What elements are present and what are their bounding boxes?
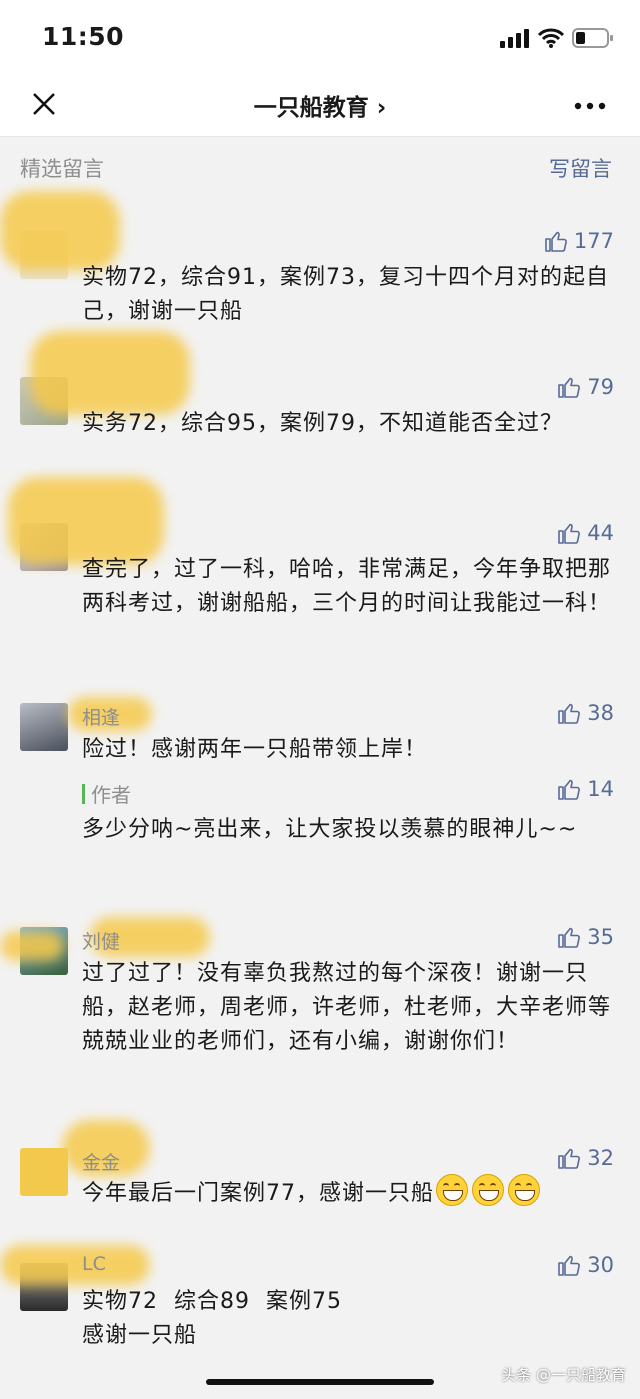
reply-like-button[interactable]: 14 xyxy=(557,777,614,801)
status-icons xyxy=(500,26,614,50)
nickname: LC xyxy=(82,1253,106,1275)
comment-text: 查完了，过了一科，哈哈，非常满足，今年争取把那两科考过，谢谢船船，三个月的时间让… xyxy=(82,557,612,616)
redaction-mark xyxy=(0,931,64,961)
avatar[interactable] xyxy=(20,1148,68,1196)
wifi-icon xyxy=(538,28,564,48)
like-count: 79 xyxy=(587,375,614,399)
nickname: 金金 xyxy=(82,1152,121,1174)
like-count: 35 xyxy=(587,925,614,949)
comment-text-body: 今年最后一门案例77，感谢一只船 xyxy=(82,1181,434,1206)
comment-item: 刘健 35 过了过了！没有辜负我熬过的每个深夜！谢谢一只船，赵老师，周老师，许老… xyxy=(0,917,640,1107)
like-count: 30 xyxy=(587,1253,614,1277)
thumb-up-icon xyxy=(558,779,581,800)
status-bar: 11:50 xyxy=(0,0,640,76)
author-reply-header: 作者 xyxy=(82,779,131,808)
like-button[interactable]: 32 xyxy=(557,1146,614,1170)
thumb-up-icon xyxy=(558,523,581,544)
write-comment-link[interactable]: 写留言 xyxy=(549,153,612,183)
grin-emoji-icon xyxy=(508,1174,540,1206)
redaction-mark xyxy=(30,331,190,415)
redaction-mark xyxy=(0,191,120,271)
status-time: 11:50 xyxy=(42,22,125,51)
comment-text-line: 实物72 综合89 案例75 xyxy=(82,1289,342,1314)
watermark: 头条 @一只船教育 xyxy=(501,1366,626,1384)
thumb-up-icon xyxy=(545,231,567,252)
comment-item: 相逢 38 险过！感谢两年一只船带领上岸！ 作者 14 多少分呐~亮出来，让大家… xyxy=(0,693,640,883)
like-count: 38 xyxy=(587,701,614,725)
section-header: 精选留言 写留言 xyxy=(0,137,640,197)
thumb-up-icon xyxy=(558,1255,581,1276)
like-button[interactable]: 30 xyxy=(557,1253,614,1277)
signal-icon xyxy=(500,29,529,48)
redaction-mark xyxy=(0,1245,150,1285)
more-icon[interactable] xyxy=(574,96,606,116)
like-button[interactable]: 35 xyxy=(557,925,614,949)
comment-text: 实物72 综合89 案例75 感谢一只船 xyxy=(82,1285,612,1353)
comment-text: 实务72，综合95，案例79，不知道能否全过？ xyxy=(82,411,563,436)
section-title: 精选留言 xyxy=(20,157,104,181)
like-count: 44 xyxy=(587,521,614,545)
thumb-up-icon xyxy=(558,927,581,948)
avatar[interactable] xyxy=(20,703,68,751)
home-indicator[interactable] xyxy=(206,1379,434,1385)
comment-item: LC 30 实物72 综合89 案例75 感谢一只船 xyxy=(0,1245,640,1361)
author-label: 作者 xyxy=(91,783,131,807)
like-button[interactable]: 44 xyxy=(557,521,614,545)
thumb-up-icon xyxy=(558,377,581,398)
account-title[interactable]: 一只船教育 › xyxy=(0,88,640,122)
comment-text: 实物72，综合91，案例73，复习十四个月对的起自己，谢谢一只船 xyxy=(82,265,609,324)
comment-item: 44 查完了，过了一科，哈哈，非常满足，今年争取把那两科考过，谢谢船船，三个月的… xyxy=(0,477,640,673)
like-count: 14 xyxy=(587,777,614,801)
reply-text: 多少分呐~亮出来，让大家投以羡慕的眼神儿~~ xyxy=(82,817,578,842)
comments-section: 精选留言 写留言 177 实物72，综合91，案例73，复习十四个月对的起自己，… xyxy=(0,137,640,1399)
like-button[interactable]: 177 xyxy=(544,229,614,253)
like-button[interactable]: 38 xyxy=(557,701,614,725)
battery-icon xyxy=(572,28,613,48)
comment-item: 177 实物72，综合91，案例73，复习十四个月对的起自己，谢谢一只船 xyxy=(0,191,640,341)
comment-item: 金金 32 今年最后一门案例77，感谢一只船 xyxy=(0,1120,640,1230)
nickname: 相逢 xyxy=(82,707,121,729)
like-button[interactable]: 79 xyxy=(557,375,614,399)
grin-emoji-icon xyxy=(436,1174,468,1206)
comment-text: 过了过了！没有辜负我熬过的每个深夜！谢谢一只船，赵老师，周老师，许老师，杜老师，… xyxy=(82,961,612,1054)
nickname: 刘健 xyxy=(82,931,121,953)
redaction-mark xyxy=(8,477,164,565)
author-bar xyxy=(82,783,85,804)
thumb-up-icon xyxy=(558,1148,581,1169)
like-count: 177 xyxy=(573,229,614,253)
comment-text: 今年最后一门案例77，感谢一只船 xyxy=(82,1174,622,1211)
like-count: 32 xyxy=(587,1146,614,1170)
comment-text: 险过！感谢两年一只船带领上岸！ xyxy=(82,737,428,762)
nav-bar: 一只船教育 › xyxy=(0,76,640,136)
grin-emoji-icon xyxy=(472,1174,504,1206)
comment-item: 79 实务72，综合95，案例79，不知道能否全过？ xyxy=(0,331,640,477)
comment-text-line: 感谢一只船 xyxy=(82,1323,198,1348)
thumb-up-icon xyxy=(558,703,581,724)
